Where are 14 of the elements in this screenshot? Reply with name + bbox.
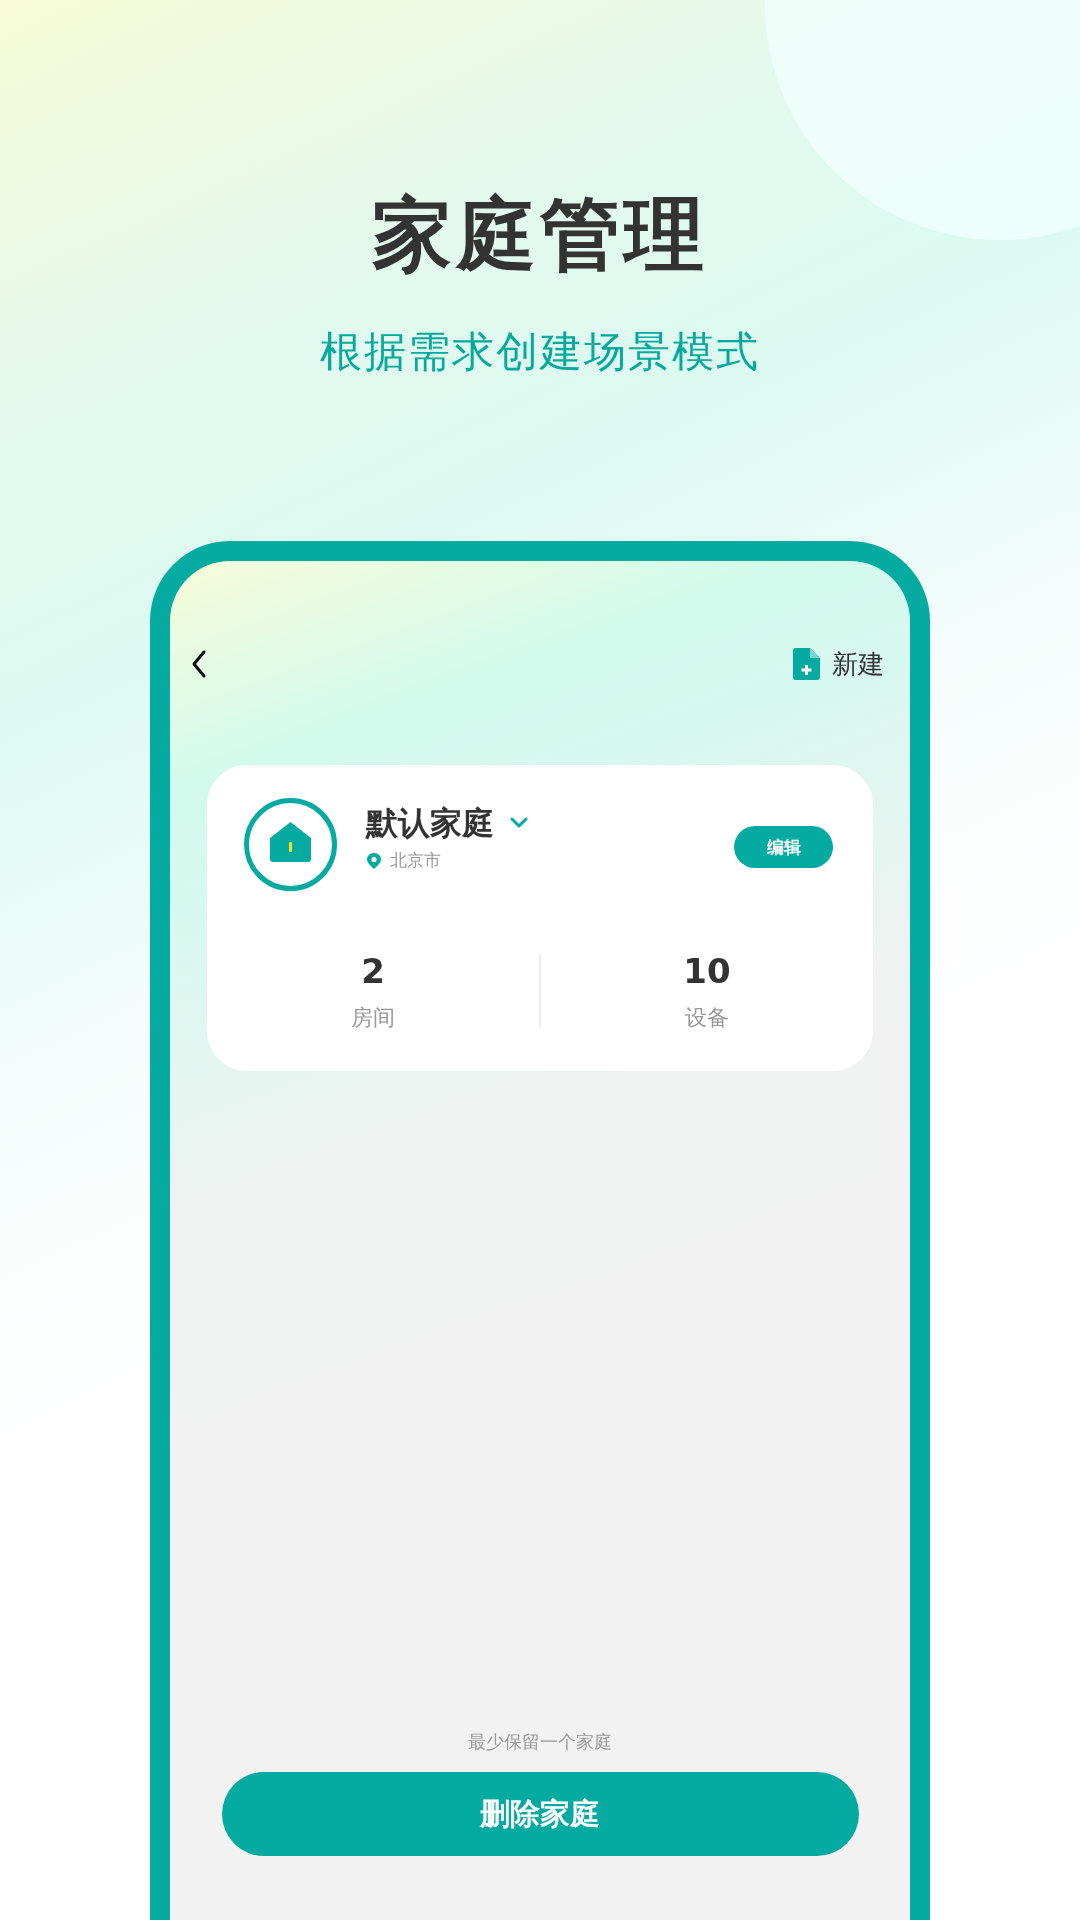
home-location: 北京市 (390, 849, 441, 872)
chevron-down-icon[interactable] (510, 817, 528, 829)
stat-value: 2 (361, 950, 385, 993)
stat-label: 设备 (685, 1004, 729, 1032)
add-document-icon (793, 648, 820, 680)
hint-text: 最少保留一个家庭 (468, 1730, 612, 1754)
home-avatar-icon (243, 797, 338, 892)
location-pin-icon (366, 851, 382, 870)
page-headline: 家庭管理 (372, 190, 708, 280)
stat-value: 10 (683, 950, 731, 993)
stat-label: 房间 (351, 1004, 395, 1032)
page-subheadline: 根据需求创建场景模式 (320, 327, 760, 377)
new-button[interactable]: 新建 (793, 646, 884, 682)
home-name[interactable]: 默认家庭 (366, 801, 494, 845)
